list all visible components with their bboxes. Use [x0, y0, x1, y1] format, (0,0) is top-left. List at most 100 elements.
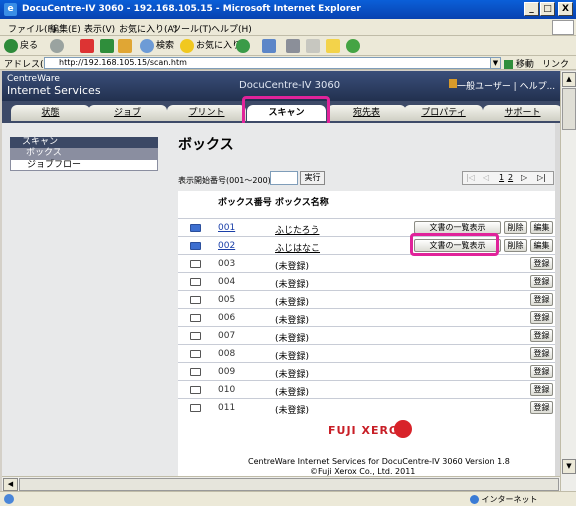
box-name: (未登録): [275, 280, 310, 290]
stop-icon: [80, 38, 94, 53]
refresh-button[interactable]: [100, 38, 116, 54]
address-dropdown-button[interactable]: ▼: [490, 57, 501, 69]
scroll-down-icon[interactable]: ▼: [562, 459, 576, 474]
menu-edit[interactable]: 編集(E): [50, 22, 81, 35]
nav-item-box[interactable]: ボックス: [10, 148, 158, 159]
box-number: 008: [218, 349, 236, 359]
back-arrow-icon: [4, 38, 18, 53]
last-page-icon[interactable]: ▷|: [537, 173, 546, 182]
print-button[interactable]: [286, 38, 302, 54]
run-button[interactable]: 実行: [300, 171, 325, 185]
first-page-icon[interactable]: |◁: [466, 173, 475, 182]
edit-button[interactable]: 編集: [530, 239, 553, 252]
tab-address-book[interactable]: 宛先表: [327, 105, 406, 121]
box-name: (未登録): [275, 370, 310, 380]
go-button[interactable]: 移動: [504, 57, 534, 70]
horizontal-scroll-thumb[interactable]: [19, 478, 559, 491]
folder-icon: [190, 332, 201, 340]
history-button[interactable]: [236, 38, 252, 54]
vertical-scrollbar[interactable]: ▲ ▼: [560, 71, 576, 491]
minimize-button[interactable]: _: [524, 2, 539, 16]
menu-view[interactable]: 表示(V): [84, 22, 115, 35]
box-number-link[interactable]: 002: [218, 241, 235, 251]
table-row: 009 (未登録) 登録: [178, 362, 556, 380]
register-button[interactable]: 登録: [530, 293, 553, 306]
tab-support[interactable]: サポート: [483, 105, 560, 121]
search-button[interactable]: 検索: [140, 38, 174, 54]
box-name: (未登録): [275, 334, 310, 344]
table-row: 007 (未登録) 登録: [178, 326, 556, 344]
folder-icon: [190, 296, 201, 304]
menu-help[interactable]: ヘルプ(H): [211, 22, 252, 35]
box-number-link[interactable]: 001: [218, 223, 235, 233]
page-current[interactable]: 1: [499, 173, 504, 182]
register-button[interactable]: 登録: [530, 275, 553, 288]
box-name-link[interactable]: ふじはなこ: [275, 241, 320, 254]
tab-properties[interactable]: プロパティ: [404, 105, 483, 121]
user-help-link[interactable]: 一般ユーザー | ヘルプ...: [457, 79, 555, 92]
tab-jobs[interactable]: ジョブ: [88, 105, 167, 121]
nav-item-jobflow[interactable]: ジョブフロー: [10, 159, 158, 171]
folder-icon: [190, 368, 201, 376]
search-icon: [140, 38, 154, 53]
folder-icon: [190, 278, 201, 286]
register-button[interactable]: 登録: [530, 383, 553, 396]
folder-icon: [190, 314, 201, 322]
scroll-up-icon[interactable]: ▲: [562, 72, 576, 87]
maximize-button[interactable]: □: [540, 2, 555, 16]
scroll-left-icon[interactable]: ◀: [3, 478, 18, 491]
delete-button[interactable]: 削除: [504, 239, 527, 252]
start-number-label: 表示開始番号(001～200): [178, 176, 271, 185]
security-zone: インターネット: [470, 494, 538, 505]
table-row: 001 ふじたろう 文書の一覧表示 削除 編集: [178, 218, 556, 236]
forward-button[interactable]: [50, 38, 66, 54]
table-row: 010 (未登録) 登録: [178, 380, 556, 398]
register-button[interactable]: 登録: [530, 311, 553, 324]
box-table: ボックス番号 ボックス名称 001 ふじたろう 文書の一覧表示 削除 編集 00…: [178, 191, 556, 491]
menu-tools[interactable]: ツール(T): [172, 22, 212, 35]
start-number-input[interactable]: [270, 171, 298, 185]
register-button[interactable]: 登録: [530, 347, 553, 360]
mail-button[interactable]: [262, 38, 278, 54]
vertical-scroll-thumb[interactable]: [562, 88, 576, 130]
menu-bar: ファイル(F) 編集(E) 表示(V) お気に入り(A) ツール(T) ヘルプ(…: [0, 19, 576, 36]
page-next-number[interactable]: 2: [508, 173, 513, 182]
tab-status[interactable]: 状態: [11, 105, 90, 121]
box-number: 010: [218, 385, 236, 395]
menu-favorites[interactable]: お気に入り(A): [119, 22, 177, 35]
favorites-star-icon: [180, 38, 194, 53]
tab-print[interactable]: プリント: [167, 105, 246, 121]
box-name: (未登録): [275, 388, 310, 398]
discuss-button[interactable]: [326, 38, 342, 54]
register-button[interactable]: 登録: [530, 329, 553, 342]
prev-page-icon[interactable]: ◁: [483, 173, 489, 182]
box-name: (未登録): [275, 262, 310, 272]
next-page-icon[interactable]: ▷: [521, 173, 527, 182]
close-button[interactable]: X: [558, 2, 573, 16]
horizontal-scrollbar[interactable]: ◀: [2, 476, 560, 491]
links-button[interactable]: リンク: [542, 57, 569, 70]
register-button[interactable]: 登録: [530, 257, 553, 270]
menu-file[interactable]: ファイル(F): [8, 22, 56, 35]
content-area: スキャン ボックス ジョブフロー ボックス 表示開始番号(001～200) 実行…: [2, 123, 560, 491]
table-row: 006 (未登録) 登録: [178, 308, 556, 326]
messenger-button[interactable]: [346, 38, 362, 54]
status-bar: インターネット: [0, 491, 576, 506]
register-button[interactable]: 登録: [530, 401, 553, 414]
box-name-link[interactable]: ふじたろう: [275, 223, 319, 236]
toolbar: 戻る 検索 お気に入り: [0, 36, 576, 56]
favorites-button[interactable]: お気に入り: [180, 38, 241, 54]
edit-button[interactable]: 編集: [530, 221, 553, 234]
back-button[interactable]: 戻る: [4, 38, 38, 54]
home-button[interactable]: [118, 38, 134, 54]
ie-icon: e: [4, 3, 17, 16]
edit-page-button[interactable]: [306, 38, 322, 54]
messenger-icon: [346, 38, 360, 53]
register-button[interactable]: 登録: [530, 365, 553, 378]
folder-icon: [190, 404, 201, 412]
box-number: 011: [218, 403, 236, 413]
print-icon: [286, 38, 300, 53]
delete-button[interactable]: 削除: [504, 221, 527, 234]
stop-button[interactable]: [80, 38, 96, 54]
address-input[interactable]: http://192.168.105.15/scan.htm: [44, 57, 491, 69]
